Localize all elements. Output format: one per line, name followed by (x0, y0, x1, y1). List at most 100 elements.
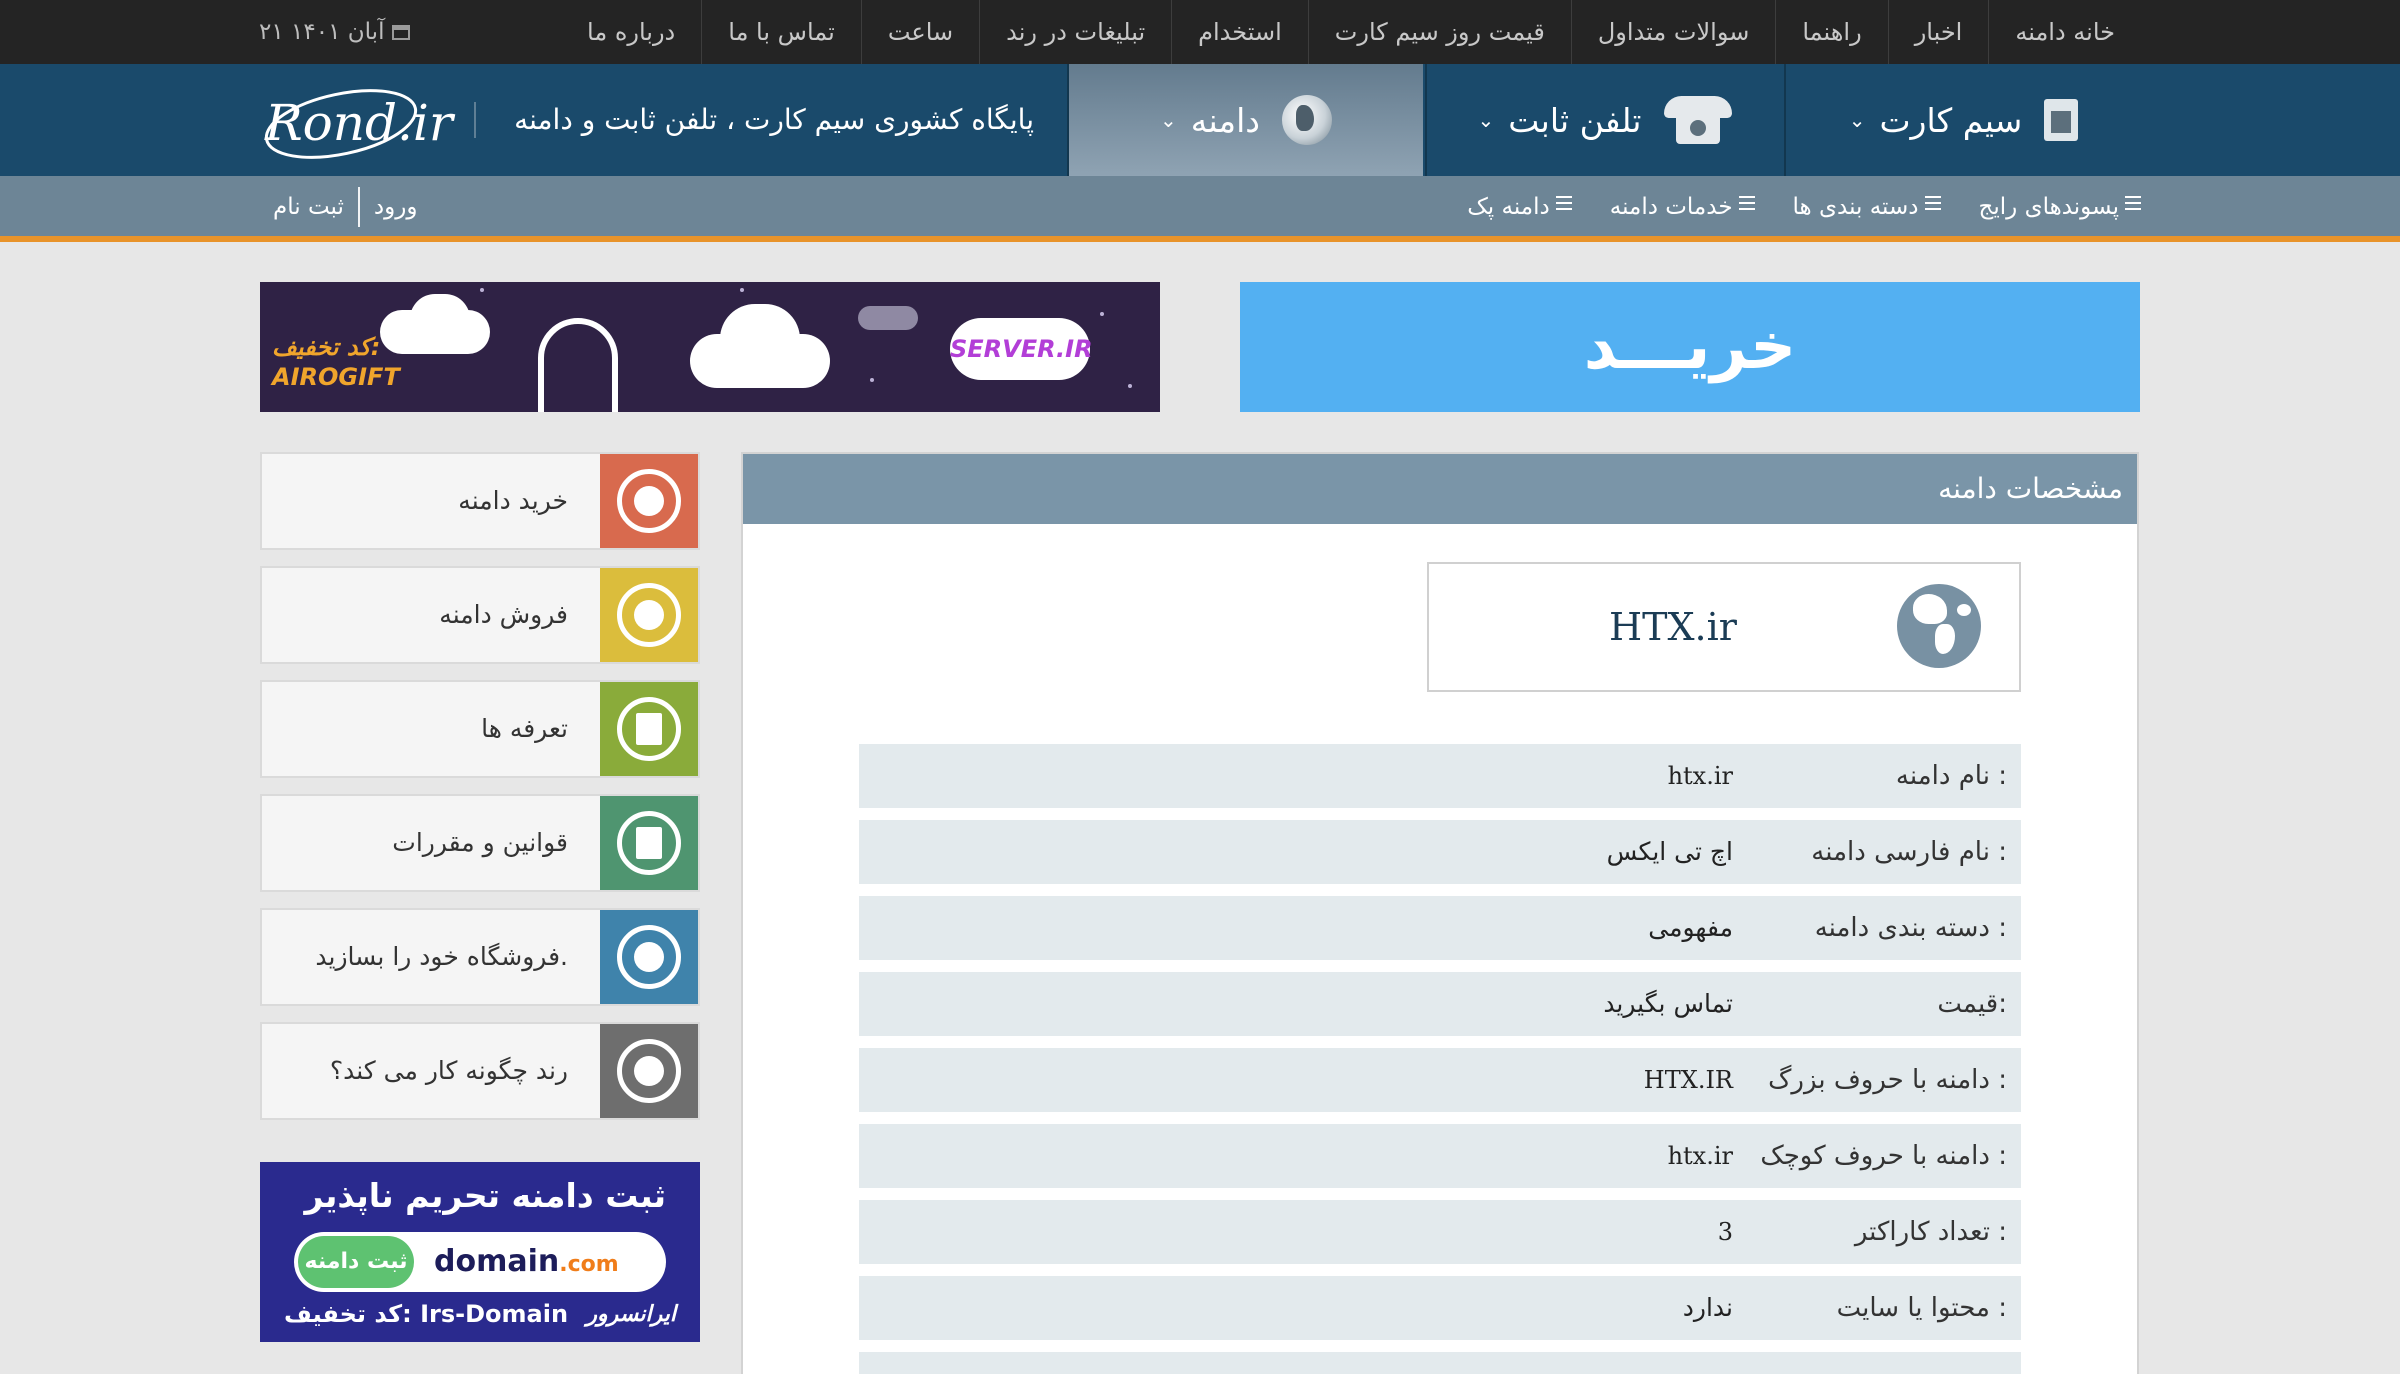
cloud-shape (858, 306, 918, 330)
chevron-down-icon: ⌄ (1477, 108, 1495, 132)
sidebar-item-buy-domain[interactable]: خرید دامنه (260, 452, 700, 550)
rocket-icon (538, 318, 618, 412)
nav-landline[interactable]: ⌄ تلفن ثابت (1425, 64, 1782, 176)
detail-key: دسته بندی دامنه : (1814, 913, 2007, 943)
top-menu: خانه دامنه اخبار راهنما سوالات متداول قی… (561, 0, 2141, 64)
domain-name: HTX.ir (1609, 605, 1737, 649)
submenu-categories[interactable]: دسته بندی ها (1793, 176, 1941, 238)
nav-domain[interactable]: ⌄ دامنه (1067, 64, 1423, 176)
web-globe-icon (600, 910, 698, 1004)
chevron-down-icon: ⌄ (1848, 108, 1866, 132)
sidebar-item-label: رند چگونه کار می کند؟ (329, 1056, 568, 1085)
detail-row-persian-name: نام فارسی دامنه : اچ تی ایکس (859, 820, 2021, 884)
accent-line (0, 236, 2400, 242)
nav-sim-card[interactable]: ⌄ سیم کارت (1784, 64, 2141, 176)
sidebar-item-how-it-works[interactable]: رند چگونه کار می کند؟ (260, 1022, 700, 1120)
sidebar-item-tariffs[interactable]: تعرفه ها (260, 680, 700, 778)
register-link[interactable]: ثبت نام (259, 194, 358, 220)
top-menu-faq[interactable]: سوالات متداول (1570, 0, 1775, 64)
detail-value: تماس بگیرید (1603, 989, 1733, 1018)
sidebar-item-build-store[interactable]: فروشگاه خود را بسازید. (260, 908, 700, 1006)
domain-details-panel: مشخصات دامنه HTX.ir نام دامنه : htx.ir ن… (741, 452, 2139, 1374)
server-ir-badge: SERVER.IR (950, 318, 1093, 380)
globe-icon (1897, 584, 1981, 668)
nav-landline-label: تلفن ثابت (1508, 100, 1642, 140)
detail-row-uppercase: دامنه با حروف بزرگ : HTX.IR (859, 1048, 2021, 1112)
detail-key: قیمت: (1937, 989, 2007, 1019)
server-ir-banner[interactable]: SERVER.IR کد تخفیف: AIROGIFT (260, 282, 1160, 412)
detail-value: htx.ir (1667, 1142, 1733, 1170)
irs-domain-banner[interactable]: ثبت دامنه تحریم ناپذیر ثبت دامنه domain.… (260, 1162, 700, 1342)
auth-links: ثبت نام ورود (259, 176, 431, 238)
sidebar-item-label: خرید دامنه (458, 486, 568, 515)
submenu-label: دسته بندی ها (1792, 194, 1919, 220)
globe-buy-icon (600, 454, 698, 548)
submenu-label: پسوندهای رایج (1978, 194, 2119, 220)
buy-banner-text: خریـــد (1583, 310, 1797, 384)
panel-title: مشخصات دامنه (1938, 472, 2123, 505)
detail-value: اچ تی ایکس (1606, 837, 1733, 866)
logo-divider (474, 102, 476, 138)
detail-row-content: محتوا یا سایت : ندارد (859, 1276, 2021, 1340)
chevron-down-icon: ⌄ (1160, 108, 1177, 132)
submenu-domain-pack[interactable]: دامنه پک (1467, 176, 1572, 238)
top-menu-jobs[interactable]: استخدام (1171, 0, 1308, 64)
date-text: ۲۱ آبان ۱۴۰۱ (259, 19, 385, 45)
detail-row-char-count: تعداد کاراکتر : 3 (859, 1200, 2021, 1264)
top-menu-home[interactable]: خانه دامنه (1988, 0, 2141, 64)
discount-code-value: AIROGIFT (272, 363, 400, 391)
irs-brand: ایرانسرور (586, 1302, 676, 1327)
detail-key: نام فارسی دامنه : (1811, 837, 2007, 867)
detail-value: htx.ir (1667, 762, 1733, 790)
detail-key: دامنه با حروف بزرگ : (1768, 1065, 2007, 1095)
sidebar-item-label: تعرفه ها (481, 714, 568, 743)
panel-header: مشخصات دامنه (743, 454, 2137, 524)
submenu-common-extensions[interactable]: پسوندهای رایج (1979, 176, 2141, 238)
top-menu-about[interactable]: درباره ما (561, 0, 701, 64)
irs-headline: ثبت دامنه تحریم ناپذیر (304, 1176, 666, 1215)
list-icon (1555, 196, 1572, 210)
detail-row-category: دسته بندی دامنه : مفهومی (859, 896, 2021, 960)
sidebar-item-rules[interactable]: قوانین و مقررات (260, 794, 700, 892)
site-logo[interactable]: Rond.ir (259, 78, 459, 162)
top-menu-clock[interactable]: ساعت (860, 0, 979, 64)
calendar-icon (392, 24, 411, 40)
sub-nav: پسوندهای رایج دسته بندی ها خدمات دامنه د… (0, 176, 2400, 238)
login-link[interactable]: ورود (360, 194, 432, 220)
irs-domain-ext: .com (559, 1252, 619, 1277)
top-menu-news[interactable]: اخبار (1887, 0, 1989, 64)
telephone-icon (1663, 96, 1732, 144)
irs-domain-main: domain (434, 1244, 560, 1279)
irs-domain-pill: ثبت دامنه domain.com (294, 1232, 666, 1292)
detail-key: تعداد کاراکتر : (1854, 1217, 2007, 1247)
logo-text: Rond.ir (264, 94, 456, 152)
top-menu-ads[interactable]: تبلیغات در رند (979, 0, 1171, 64)
sidebar-item-label: فروش دامنه (439, 600, 568, 629)
date-display: ۲۱ آبان ۱۴۰۱ (259, 0, 411, 64)
site-tagline: پایگاه کشوری سیم کارت ، تلفن ثابت و دامن… (514, 103, 1034, 136)
list-icon (1924, 196, 1941, 210)
irs-domain-text: domain.com (434, 1232, 619, 1295)
sidebar-item-label: قوانین و مقررات (392, 828, 568, 857)
sub-menu: پسوندهای رایج دسته بندی ها خدمات دامنه د… (1467, 176, 2141, 238)
buy-banner[interactable]: خریـــد (1240, 282, 2140, 412)
submenu-domain-services[interactable]: خدمات دامنه (1610, 176, 1755, 238)
top-menu-sim-prices[interactable]: قیمت روز سیم کارت (1307, 0, 1571, 64)
top-menu-guide[interactable]: راهنما (1775, 0, 1887, 64)
cloud-shape (410, 294, 470, 344)
detail-row-partial (859, 1352, 2021, 1374)
sidebar-item-label: فروشگاه خود را بسازید. (315, 942, 568, 971)
detail-value: HTX.IR (1643, 1066, 1733, 1094)
rules-document-icon (600, 796, 698, 890)
top-bar: خانه دامنه اخبار راهنما سوالات متداول قی… (0, 0, 2400, 64)
top-menu-contact[interactable]: تماس با ما (701, 0, 861, 64)
nav-domain-label: دامنه (1190, 100, 1260, 140)
detail-row-lowercase: دامنه با حروف کوچک : htx.ir (859, 1124, 2021, 1188)
irs-discount-code: کد تخفیف: Irs-Domain (284, 1300, 569, 1328)
detail-row-price: قیمت: تماس بگیرید (859, 972, 2021, 1036)
detail-key: نام دامنه : (1895, 761, 2007, 791)
auth-divider (357, 187, 360, 227)
irs-register-button[interactable]: ثبت دامنه (298, 1236, 414, 1288)
sidebar-item-sell-domain[interactable]: فروش دامنه (260, 566, 700, 664)
submenu-label: خدمات دامنه (1609, 194, 1733, 220)
